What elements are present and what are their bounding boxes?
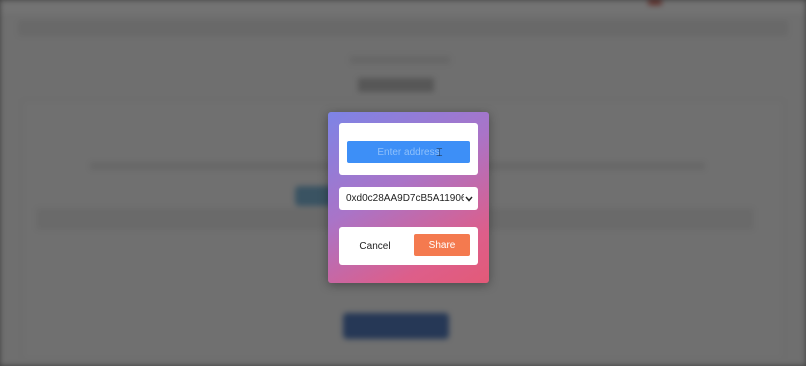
chevron-down-icon xyxy=(464,194,474,204)
cancel-button[interactable]: Cancel xyxy=(352,236,398,256)
address-input-panel: ⌶ xyxy=(339,123,478,175)
text-cursor-icon: ⌶ xyxy=(436,146,443,159)
share-modal: ⌶ 0xd0c28AA9D7cB5A1190678 Cancel Share xyxy=(328,112,489,283)
account-select-value: 0xd0c28AA9D7cB5A1190678 xyxy=(346,193,464,204)
address-input[interactable] xyxy=(347,141,470,163)
account-select[interactable]: 0xd0c28AA9D7cB5A1190678 xyxy=(339,187,478,210)
actions-panel: Cancel Share xyxy=(339,227,478,265)
share-button[interactable]: Share xyxy=(414,234,470,256)
